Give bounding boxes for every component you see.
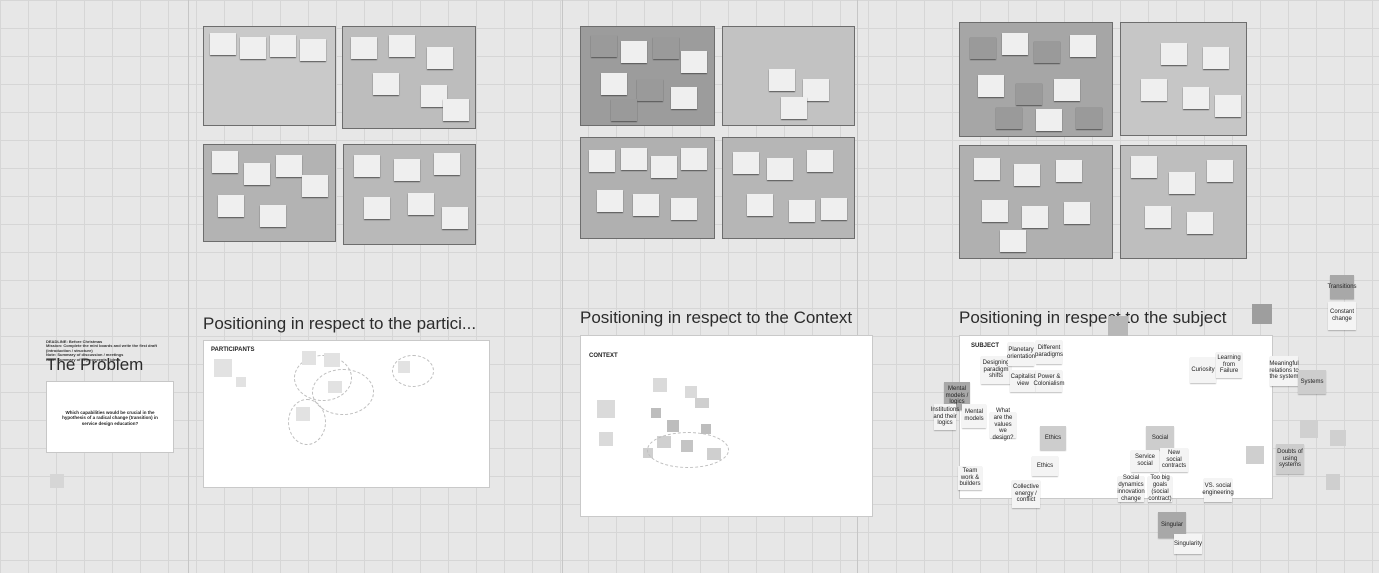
section-divider bbox=[562, 0, 563, 573]
workshop-photo[interactable] bbox=[722, 137, 855, 239]
workshop-photo[interactable] bbox=[1120, 145, 1247, 259]
sticky-note[interactable]: Transitions bbox=[1327, 275, 1357, 299]
sticky-note[interactable]: Social bbox=[1146, 426, 1174, 450]
small-note[interactable] bbox=[1246, 446, 1264, 464]
participants-board[interactable]: PARTICIPANTS bbox=[203, 340, 490, 488]
sticky-note[interactable]: Collective energy / conflict bbox=[1012, 480, 1040, 508]
workshop-photo[interactable] bbox=[1120, 22, 1247, 136]
sticky-note[interactable]: Different paradigms bbox=[1035, 340, 1063, 364]
panel-label: SUBJECT bbox=[971, 343, 1000, 349]
workshop-photo[interactable] bbox=[580, 137, 715, 239]
section-title-context: Positioning in respect to the Context bbox=[580, 308, 853, 327]
sticky-note[interactable]: New social contracts bbox=[1160, 448, 1188, 472]
sticky-note[interactable]: Constant change bbox=[1328, 302, 1356, 330]
sticky-note[interactable]: Capitalist view bbox=[1010, 370, 1036, 392]
sticky-note[interactable]: Systems bbox=[1298, 370, 1326, 394]
sticky-note[interactable]: Institutions and their logics bbox=[931, 404, 959, 430]
workshop-photo[interactable] bbox=[959, 22, 1113, 137]
sticky-note[interactable]: What are the values we design? bbox=[990, 408, 1016, 441]
small-note[interactable] bbox=[1108, 316, 1128, 336]
sticky-note[interactable]: VS. social engineering bbox=[1202, 478, 1234, 502]
question-text: Which capabilities would be crucial in t… bbox=[62, 410, 158, 426]
context-board[interactable]: CONTEXT bbox=[580, 335, 873, 517]
workshop-photo[interactable] bbox=[722, 26, 855, 126]
sticky-note[interactable]: Mental models bbox=[962, 404, 986, 428]
section-title-subject: Positioning in respect to the subject bbox=[959, 308, 1227, 327]
sticky-note[interactable]: Meaningful relations to the system bbox=[1269, 356, 1299, 386]
panel-label: PARTICIPANTS bbox=[211, 347, 255, 353]
sticky-note[interactable]: Social dynamics innovation change bbox=[1117, 475, 1145, 502]
sticky-note[interactable]: Team work & builders bbox=[958, 466, 982, 490]
sticky-note[interactable]: Service social bbox=[1131, 450, 1159, 472]
sticky-note[interactable]: Power & Colonialism bbox=[1034, 370, 1065, 392]
workshop-photo[interactable] bbox=[203, 26, 336, 126]
workshop-photo[interactable] bbox=[342, 26, 476, 129]
sticky-note[interactable]: Too big goals (social contract) bbox=[1148, 475, 1172, 502]
sticky-note[interactable]: Singularity bbox=[1174, 534, 1202, 554]
question-card[interactable]: Which capabilities would be crucial in t… bbox=[46, 381, 174, 453]
panel-label: CONTEXT bbox=[589, 353, 618, 359]
sticky-note[interactable]: Planetary orientation bbox=[1007, 342, 1035, 366]
sticky-note[interactable]: Doubts of using systems bbox=[1276, 444, 1304, 474]
workshop-photo[interactable] bbox=[959, 145, 1113, 259]
cluster-circle bbox=[647, 432, 729, 468]
workshop-photo[interactable] bbox=[203, 144, 336, 242]
small-note[interactable] bbox=[1326, 474, 1340, 490]
page-title: The Problem bbox=[46, 355, 144, 374]
workshop-photo[interactable] bbox=[580, 26, 715, 126]
small-note[interactable] bbox=[50, 474, 64, 488]
workshop-photo[interactable] bbox=[343, 144, 476, 245]
sticky-note[interactable]: Ethics bbox=[1040, 426, 1066, 450]
small-note[interactable] bbox=[1300, 420, 1318, 438]
sticky-note[interactable]: Curiosity bbox=[1190, 357, 1216, 383]
small-note[interactable] bbox=[1252, 304, 1272, 324]
cluster-circle bbox=[288, 399, 326, 445]
section-title-participants: Positioning in respect to the partici... bbox=[203, 314, 477, 333]
sticky-note[interactable]: Learning from Failure bbox=[1216, 352, 1242, 378]
section-divider bbox=[188, 0, 189, 573]
sticky-note[interactable]: Ethics bbox=[1032, 456, 1058, 476]
small-note[interactable] bbox=[1330, 430, 1346, 446]
